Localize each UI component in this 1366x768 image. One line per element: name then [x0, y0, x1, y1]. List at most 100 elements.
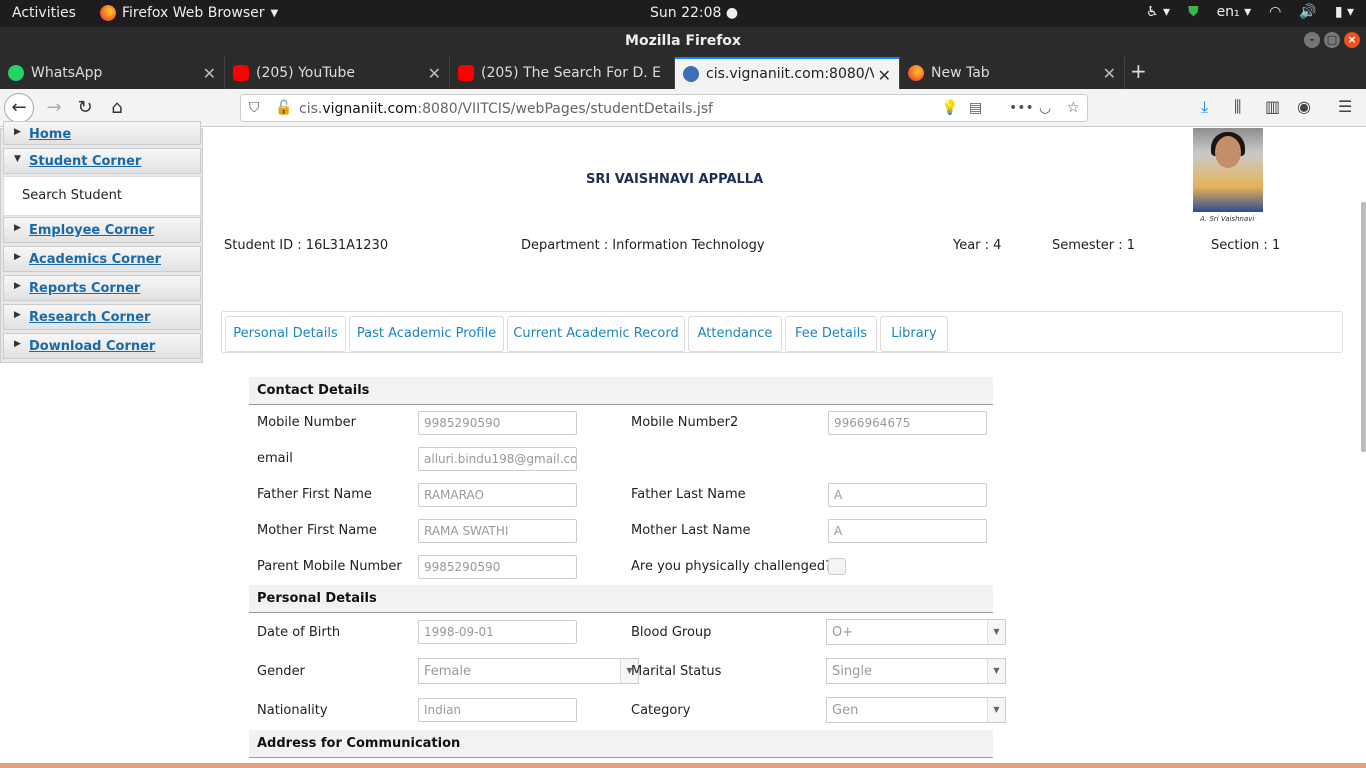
- sidebar-item-label[interactable]: Student Corner: [29, 154, 141, 169]
- sidebar-item-academics-corner[interactable]: ▶ Academics Corner: [3, 246, 201, 272]
- url-bar[interactable]: ⛉ 🔓 cis.vignaniit.com:8080/VIITCIS/webPa…: [240, 94, 1088, 122]
- mobile2-field[interactable]: 9966964675: [828, 411, 987, 435]
- home-button[interactable]: ⌂: [103, 94, 131, 122]
- url-text[interactable]: cis.vignaniit.com:8080/VIITCIS/webPages/…: [299, 101, 713, 117]
- chevron-down-icon[interactable]: ▼: [987, 620, 1005, 644]
- sidebar-item-download-corner[interactable]: ▶ Download Corner: [3, 333, 201, 359]
- sidebar-item-label[interactable]: Home: [29, 127, 71, 142]
- blood-group-select[interactable]: O+ ▼: [826, 619, 1006, 645]
- sidebar-item-home[interactable]: ▶ Home: [3, 121, 201, 145]
- shield-icon[interactable]: ⛉: [249, 100, 260, 116]
- tab-youtube-search[interactable]: (205) The Search For D. E: [450, 57, 675, 89]
- father-last-name-field[interactable]: A: [828, 483, 987, 507]
- language-indicator[interactable]: en₁ ▾: [1217, 4, 1252, 20]
- lightbulb-icon[interactable]: 💡: [941, 100, 958, 116]
- sidebar-item-label[interactable]: Employee Corner: [29, 223, 154, 238]
- forward-button[interactable]: →: [40, 94, 68, 122]
- youtube-icon: [233, 65, 249, 81]
- mobile-label: Mobile Number: [257, 415, 356, 430]
- tab-label: WhatsApp: [31, 65, 103, 81]
- account-icon[interactable]: ◉: [1297, 97, 1311, 116]
- sidebar-subitem-search-student[interactable]: Search Student: [3, 176, 201, 216]
- sidebar-item-research-corner[interactable]: ▶ Research Corner: [3, 304, 201, 330]
- physically-challenged-checkbox[interactable]: [828, 558, 846, 575]
- activities-button[interactable]: Activities: [12, 5, 76, 21]
- clock[interactable]: Sun 22:08 ●: [650, 5, 738, 21]
- tab-youtube[interactable]: (205) YouTube ✕: [225, 57, 450, 89]
- tab-label: (205) The Search For D. E: [481, 65, 661, 81]
- downloads-icon[interactable]: ⤓: [1201, 97, 1208, 117]
- nationality-label: Nationality: [257, 703, 328, 718]
- bookmark-star-icon[interactable]: ☆: [1067, 100, 1080, 116]
- window-title: Mozilla Firefox: [625, 33, 741, 49]
- marital-status-select[interactable]: Single ▼: [826, 658, 1006, 684]
- tab-new[interactable]: New Tab ✕: [900, 57, 1125, 89]
- minimize-button[interactable]: –: [1304, 32, 1320, 48]
- maximize-button[interactable]: □: [1324, 32, 1340, 48]
- close-icon[interactable]: ✕: [203, 64, 216, 83]
- menu-icon[interactable]: ☰: [1338, 97, 1352, 116]
- new-tab-button[interactable]: +: [1130, 59, 1147, 83]
- insecure-lock-icon[interactable]: 🔓: [275, 100, 292, 116]
- email-field[interactable]: alluri.bindu198@gmail.com: [418, 447, 577, 471]
- sidebar-item-student-corner[interactable]: ▼ Student Corner: [3, 148, 201, 174]
- gender-select[interactable]: Female ▼: [418, 658, 639, 684]
- back-button[interactable]: ←: [4, 93, 34, 123]
- student-semester: Semester : 1: [1052, 238, 1136, 253]
- sidebar-subitem-label[interactable]: Search Student: [22, 188, 122, 203]
- reader-view-icon[interactable]: ▤: [969, 100, 982, 116]
- dob-label: Date of Birth: [257, 625, 341, 640]
- shield-icon[interactable]: ⛊: [1188, 4, 1199, 20]
- tab-attendance[interactable]: Attendance: [688, 316, 782, 352]
- accessibility-icon[interactable]: ♿ ▾: [1146, 4, 1170, 20]
- category-select[interactable]: Gen ▼: [826, 697, 1006, 723]
- wifi-icon[interactable]: ◠: [1269, 4, 1281, 20]
- mother-last-name-field[interactable]: A: [828, 519, 987, 543]
- mother-first-name-field[interactable]: RAMA SWATHI: [418, 519, 577, 543]
- father-first-name-field[interactable]: RAMARAO: [418, 483, 577, 507]
- chevron-down-icon[interactable]: ▼: [987, 698, 1005, 722]
- app-menu[interactable]: Firefox Web Browser ▼: [100, 5, 278, 21]
- blood-group-label: Blood Group: [631, 625, 712, 640]
- more-actions-icon[interactable]: •••: [1009, 100, 1034, 116]
- chevron-down-icon[interactable]: ▼: [987, 659, 1005, 683]
- category-label: Category: [631, 703, 691, 718]
- mobile-field[interactable]: 9985290590: [418, 411, 577, 435]
- tab-current-academic-record[interactable]: Current Academic Record: [507, 316, 685, 352]
- tab-fee-details[interactable]: Fee Details: [785, 316, 877, 352]
- student-department: Department : Information Technology: [521, 238, 765, 253]
- close-icon[interactable]: ✕: [428, 64, 441, 83]
- parent-mobile-field[interactable]: 9985290590: [418, 555, 577, 579]
- tab-whatsapp[interactable]: WhatsApp ✕: [0, 57, 225, 89]
- gender-value: Female: [424, 664, 472, 679]
- sidebar-toggle-icon[interactable]: ▥: [1265, 97, 1280, 116]
- tab-personal-details[interactable]: Personal Details: [225, 316, 346, 352]
- close-icon[interactable]: ✕: [878, 66, 891, 85]
- sidebar-item-label[interactable]: Academics Corner: [29, 252, 161, 267]
- student-photo: [1193, 128, 1263, 212]
- mobile2-label: Mobile Number2: [631, 415, 739, 430]
- dob-field[interactable]: 1998-09-01: [418, 620, 577, 644]
- pocket-icon[interactable]: ◡: [1039, 100, 1051, 116]
- close-icon[interactable]: ✕: [1103, 64, 1116, 83]
- sidebar-item-label[interactable]: Reports Corner: [29, 281, 140, 296]
- email-label: email: [257, 451, 293, 466]
- reload-button[interactable]: ↻: [71, 94, 99, 122]
- sidebar-item-employee-corner[interactable]: ▶ Employee Corner: [3, 217, 201, 243]
- close-window-button[interactable]: ×: [1344, 32, 1360, 48]
- sidebar-item-label[interactable]: Download Corner: [29, 339, 155, 354]
- tab-past-academic-profile[interactable]: Past Academic Profile: [349, 316, 504, 352]
- tab-cis[interactable]: cis.vignaniit.com:8080/V ✕: [675, 57, 900, 89]
- volume-icon[interactable]: 🔊: [1299, 4, 1316, 20]
- library-icon[interactable]: ⫼: [1234, 97, 1241, 117]
- mother-first-name-label: Mother First Name: [257, 523, 377, 538]
- battery-icon[interactable]: ▮ ▾: [1335, 4, 1354, 20]
- chevron-right-icon: ▶: [14, 127, 21, 137]
- section-personal-details: Personal Details: [249, 585, 993, 613]
- blood-group-value: O+: [832, 625, 854, 640]
- tab-library[interactable]: Library: [880, 316, 948, 352]
- sidebar-item-reports-corner[interactable]: ▶ Reports Corner: [3, 275, 201, 301]
- sidebar-item-label[interactable]: Research Corner: [29, 310, 150, 325]
- nationality-field[interactable]: Indian: [418, 698, 577, 722]
- scrollbar-thumb[interactable]: [1361, 202, 1366, 452]
